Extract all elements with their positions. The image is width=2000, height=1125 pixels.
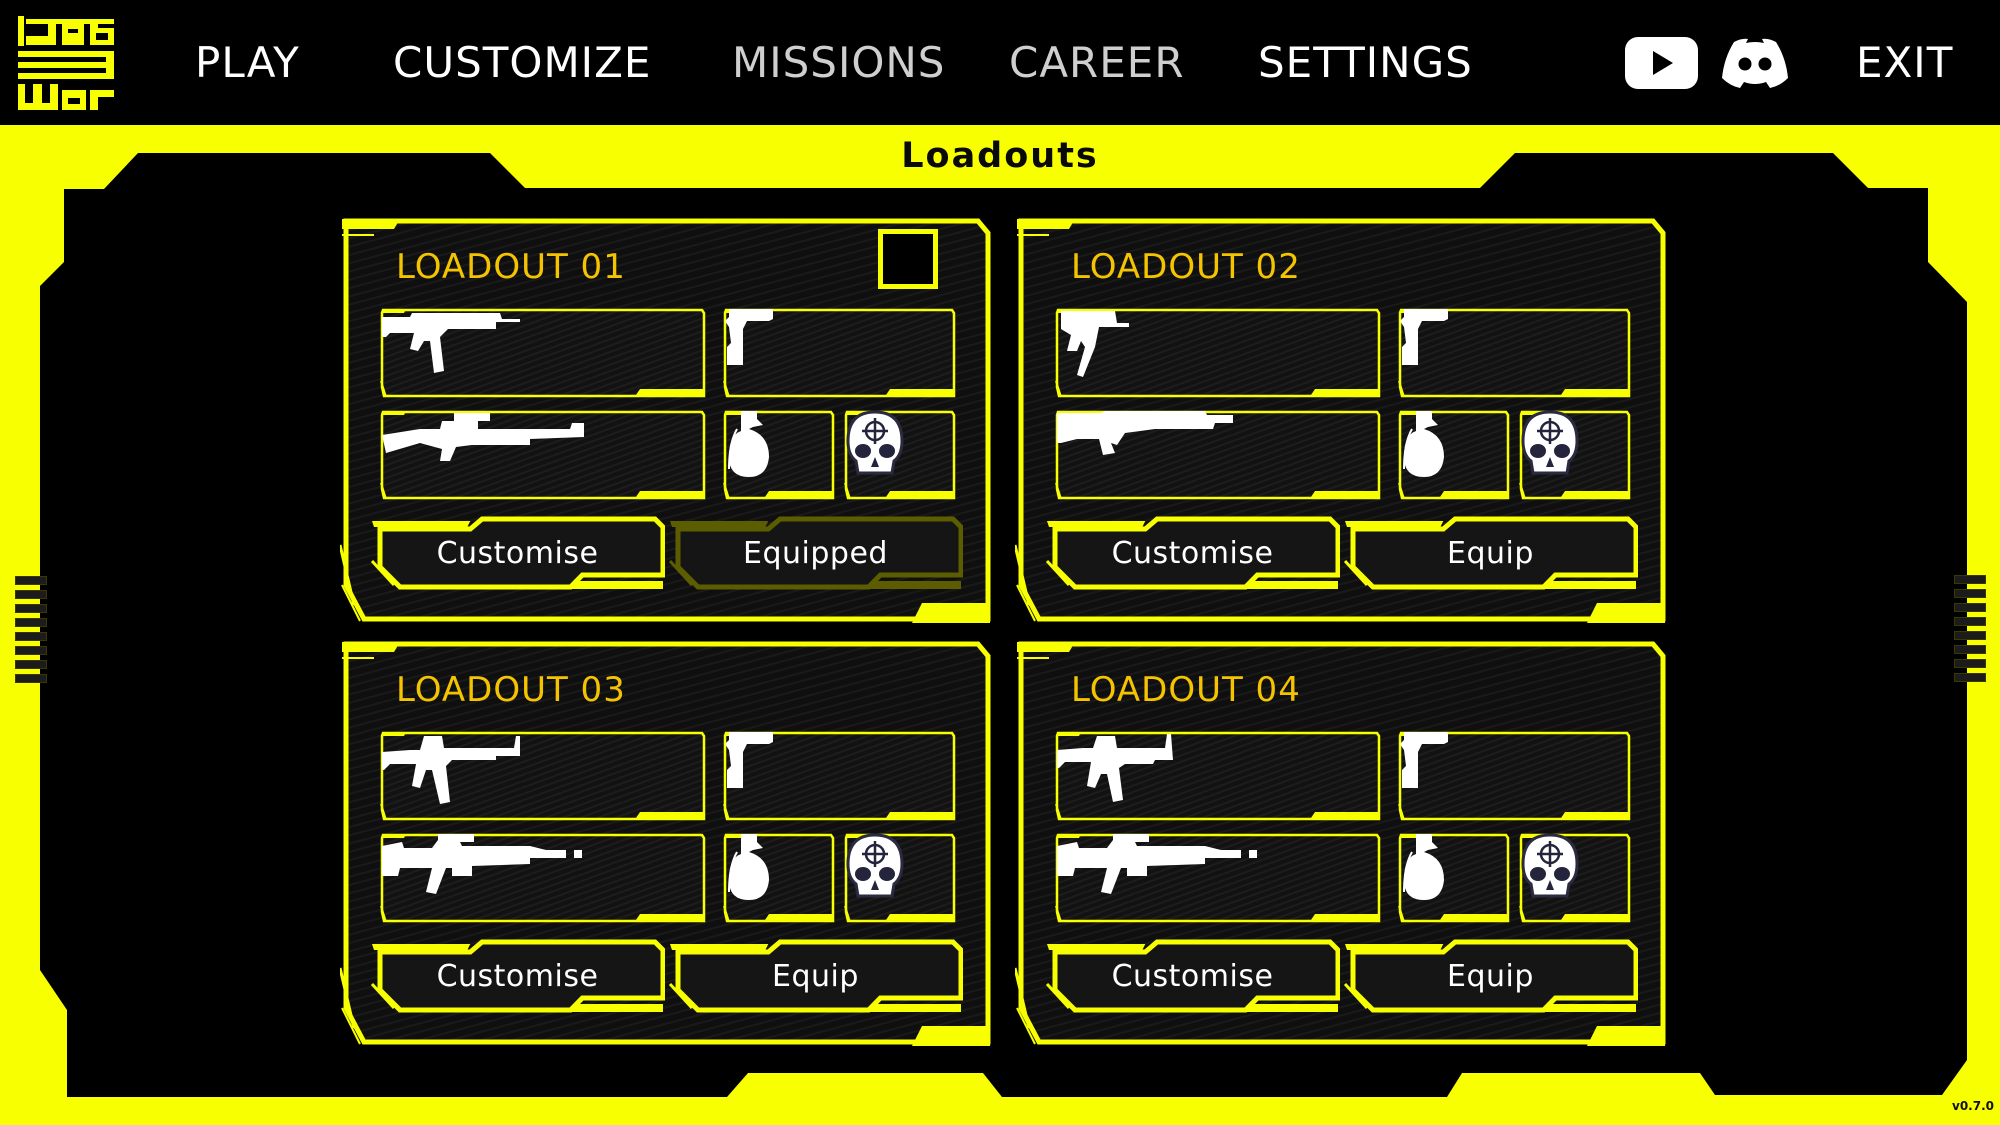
tertiary-weapon-slot[interactable] <box>380 832 706 924</box>
pistol-icon <box>723 307 956 399</box>
smg-icon <box>380 307 706 399</box>
dmr-rifle-icon <box>1055 832 1381 924</box>
customise-button[interactable]: Customise <box>1045 938 1340 1014</box>
equipped-button[interactable]: Equipped <box>668 515 963 591</box>
tertiary-weapon-slot[interactable] <box>1055 409 1381 501</box>
loadout-card: LOADOUT 02 Customise Equip <box>1015 215 1667 625</box>
equip-label: Equip <box>772 958 859 994</box>
loadout-card: LOADOUT 01 Customise Equipped <box>340 215 992 625</box>
pistol-icon <box>723 730 956 822</box>
grenade-icon <box>1398 409 1510 501</box>
grenade-slot[interactable] <box>723 409 835 501</box>
section-title: Loadouts <box>901 136 1099 176</box>
customise-label: Customise <box>436 535 599 571</box>
secondary-weapon-slot[interactable] <box>1398 730 1631 822</box>
customise-button[interactable]: Customise <box>1045 515 1340 591</box>
assault-rifle-icon <box>380 730 706 822</box>
customise-label: Customise <box>436 958 599 994</box>
skull-crosshair-icon <box>1519 832 1631 924</box>
primary-weapon-slot[interactable] <box>380 730 706 822</box>
loadout-card: LOADOUT 04 Customise Equip <box>1015 638 1667 1048</box>
shotgun-icon <box>1055 409 1381 501</box>
loadout-title: LOADOUT 02 <box>1071 247 1301 287</box>
grenade-slot[interactable] <box>1398 409 1510 501</box>
perk-slot[interactable] <box>844 409 956 501</box>
equip-label: Equip <box>1447 535 1534 571</box>
perk-slot[interactable] <box>1519 832 1631 924</box>
loadout-title: LOADOUT 04 <box>1071 670 1301 710</box>
grenade-slot[interactable] <box>1398 832 1510 924</box>
tertiary-weapon-slot[interactable] <box>380 409 706 501</box>
perk-slot[interactable] <box>1519 409 1631 501</box>
equip-label: Equip <box>1447 958 1534 994</box>
grenade-icon <box>723 832 835 924</box>
version-label: v0.7.0 <box>1952 1099 1994 1113</box>
primary-weapon-slot[interactable] <box>380 307 706 399</box>
secondary-weapon-slot[interactable] <box>723 307 956 399</box>
equip-button[interactable]: Equip <box>668 938 963 1014</box>
primary-weapon-slot[interactable] <box>1055 730 1381 822</box>
left-vent-decoration <box>15 576 47 688</box>
machine-pistol-icon <box>1055 307 1381 399</box>
equip-label: Equipped <box>743 535 888 571</box>
loadout-title: LOADOUT 01 <box>396 247 626 287</box>
dmr-rifle-icon <box>380 832 706 924</box>
primary-weapon-slot[interactable] <box>1055 307 1381 399</box>
tertiary-weapon-slot[interactable] <box>1055 832 1381 924</box>
loadout-title: LOADOUT 03 <box>396 670 626 710</box>
carbine-icon <box>1055 730 1381 822</box>
secondary-weapon-slot[interactable] <box>1398 307 1631 399</box>
grenade-icon <box>1398 832 1510 924</box>
pistol-icon <box>1398 730 1631 822</box>
loadout-card: LOADOUT 03 Customise Equip <box>340 638 992 1048</box>
customise-button[interactable]: Customise <box>370 515 665 591</box>
customise-button[interactable]: Customise <box>370 938 665 1014</box>
right-vent-decoration <box>1954 575 1986 687</box>
secondary-weapon-slot[interactable] <box>723 730 956 822</box>
equip-button[interactable]: Equip <box>1343 515 1638 591</box>
customise-label: Customise <box>1111 958 1274 994</box>
pistol-icon <box>1398 307 1631 399</box>
perk-slot[interactable] <box>844 832 956 924</box>
skull-crosshair-icon <box>1519 409 1631 501</box>
customise-label: Customise <box>1111 535 1274 571</box>
skull-crosshair-icon <box>844 832 956 924</box>
equip-button[interactable]: Equip <box>1343 938 1638 1014</box>
loadout-select-checkbox[interactable] <box>878 229 938 289</box>
skull-crosshair-icon <box>844 409 956 501</box>
sniper-rifle-icon <box>380 409 706 501</box>
grenade-icon <box>723 409 835 501</box>
grenade-slot[interactable] <box>723 832 835 924</box>
